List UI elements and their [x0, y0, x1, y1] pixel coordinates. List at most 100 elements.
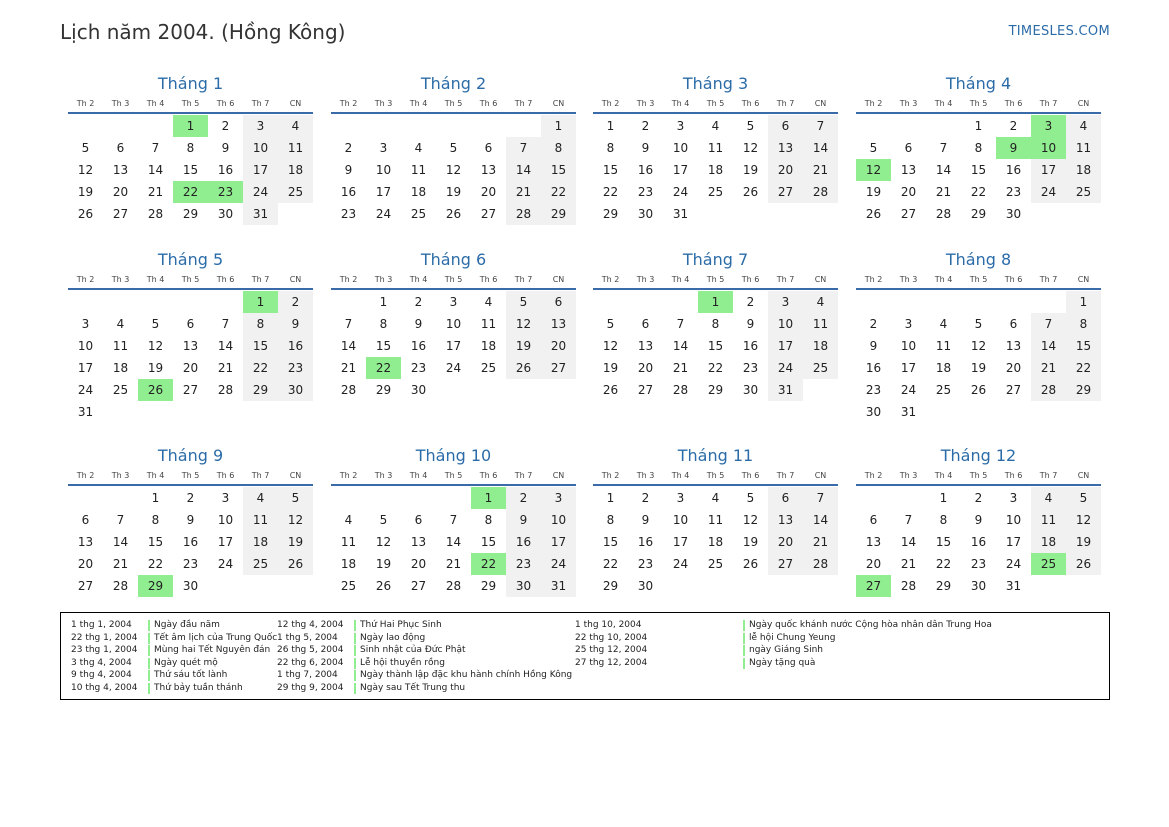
day-cell: 4	[414, 141, 423, 155]
day-cell: 15	[970, 163, 987, 177]
day-cell: 9	[414, 317, 423, 331]
day-cell: 21	[445, 557, 462, 571]
day-cell: 24	[1031, 181, 1066, 203]
week-row: 5 6 7 8 9 10 11	[856, 137, 1101, 159]
day-cell: 22	[173, 181, 208, 203]
day-cell: 29	[480, 579, 497, 593]
week-row: 23 24 25 26 27 28 29	[331, 203, 576, 225]
holiday-date: 10 thg 4, 2004	[71, 682, 138, 693]
empty-day-cell	[173, 401, 208, 423]
empty-day-cell	[926, 401, 961, 423]
weekday-label: Th 6	[216, 99, 235, 108]
empty-day-cell	[803, 203, 838, 225]
day-cell: 19	[77, 185, 94, 199]
empty-day-cell	[471, 115, 506, 137]
month-divider	[68, 288, 313, 290]
weekday-label: Th 7	[1039, 471, 1058, 480]
day-cell: 12	[602, 339, 619, 353]
day-cell: 19	[445, 185, 462, 199]
day-cell: 26	[77, 207, 94, 221]
day-cell: 19	[742, 163, 759, 177]
weekday-label: Th 4	[409, 471, 428, 480]
day-cell: 14	[112, 535, 129, 549]
day-cell: 29	[1066, 379, 1101, 401]
month-title: Tháng 8	[945, 250, 1012, 269]
week-row: 9 10 11 12 13 14 15	[331, 159, 576, 181]
empty-day-cell	[506, 379, 541, 401]
day-cell: 18	[1066, 159, 1101, 181]
day-cell: 18	[707, 535, 724, 549]
day-cell: 18	[243, 531, 278, 553]
day-cell: 12	[506, 313, 541, 335]
holiday-legend: 1 thg 1, 2004 Ngày đầu năm 22 thg 1, 2004 T…	[60, 612, 1110, 700]
month-divider	[856, 484, 1101, 486]
weekday-label: Th 4	[409, 275, 428, 284]
day-cell: 17	[375, 185, 392, 199]
day-cell: 28	[672, 383, 689, 397]
holiday-date: 1 thg 10, 2004	[575, 620, 642, 630]
legend-item: 27 thg 12, 2004 Ngày tặng quà	[575, 657, 992, 670]
week-row: 24 25 26 27 28 29 30	[68, 379, 313, 401]
day-cell: 27	[768, 553, 803, 575]
day-cell: 4	[278, 115, 313, 137]
empty-day-cell	[803, 379, 838, 401]
day-cell: 22	[1066, 357, 1101, 379]
holiday-marker	[743, 632, 745, 644]
weekday-label: CN	[552, 471, 565, 480]
day-cell: 15	[602, 535, 619, 549]
day-cell: 8	[711, 317, 720, 331]
day-cell: 23	[637, 557, 654, 571]
weekday-label: Th 2	[601, 275, 620, 284]
week-row: 19 20 21 22 23 24 25	[593, 357, 838, 379]
month-calendar: Tháng 10 Th 2 Th 3 Th 4 Th 5 Th 6 Th 7 CN 1 2 3 4 5 6…	[331, 446, 576, 597]
day-cell: 19	[506, 335, 541, 357]
month-calendar: Tháng 6 Th 2 Th 3 Th 4 Th 5 Th 6 Th 7 CN 1 2 3 4 5 6 7…	[331, 250, 576, 401]
month-calendar: Tháng 12 Th 2 Th 3 Th 4 Th 5 Th 6 Th 7 CN 1 2 3 4 5 6…	[856, 446, 1101, 597]
weekday-label: Th 7	[1039, 99, 1058, 108]
day-cell: 11	[1031, 509, 1066, 531]
day-cell: 11	[707, 513, 724, 527]
legend-item: 26 thg 5, 2004 Sinh nhật của Đức Phật	[277, 644, 572, 657]
day-cell: 18	[935, 361, 952, 375]
day-cell: 19	[602, 361, 619, 375]
day-cell: 8	[939, 513, 948, 527]
week-row: 6 7 8 9 10 11 12	[856, 509, 1101, 531]
week-row: 4 5 6 7 8 9 10	[331, 509, 576, 531]
weekday-label: Th 2	[864, 99, 883, 108]
empty-day-cell	[891, 115, 926, 137]
weekday-label: Th 7	[776, 275, 795, 284]
day-cell: 2	[641, 491, 650, 505]
day-cell: 28	[112, 579, 129, 593]
empty-day-cell	[926, 115, 961, 137]
holiday-name: Ngày tặng quà	[749, 657, 816, 668]
weekday-label: Th 5	[969, 275, 988, 284]
weekday-label: Th 4	[671, 99, 690, 108]
empty-day-cell	[891, 291, 926, 313]
day-cell: 8	[1066, 313, 1101, 335]
holiday-date: 25 thg 12, 2004	[575, 645, 648, 655]
month-calendar: Tháng 1 Th 2 Th 3 Th 4 Th 5 Th 6 Th 7 CN 1 2 3 4 5 6 7…	[68, 74, 313, 225]
day-cell: 7	[151, 141, 160, 155]
day-cell: 11	[803, 313, 838, 335]
day-cell: 5	[606, 317, 615, 331]
holiday-marker	[354, 645, 356, 656]
month-title: Tháng 1	[157, 74, 224, 93]
week-row: 16 17 18 19 20 21 22	[331, 181, 576, 203]
day-cell: 28	[217, 383, 234, 397]
day-cell: 18	[410, 185, 427, 199]
day-cell: 12	[445, 163, 462, 177]
empty-day-cell	[961, 291, 996, 313]
day-cell: 16	[637, 163, 654, 177]
day-cell: 29	[138, 575, 173, 597]
day-cell: 1	[243, 291, 278, 313]
week-row: 13 14 15 16 17 18 19	[856, 531, 1101, 553]
week-row: 1234	[593, 291, 838, 313]
day-cell: 21	[1031, 357, 1066, 379]
weekday-header: Th 2 Th 3 Th 4 Th 5 Th 6 Th 7 CN	[856, 98, 1101, 110]
weekday-label: Th 4	[409, 99, 428, 108]
week-row: 11 12 13 14 15 16 17	[331, 531, 576, 553]
weekday-label: Th 7	[1039, 275, 1058, 284]
day-cell: 11	[243, 509, 278, 531]
weekday-label: Th 5	[706, 275, 725, 284]
day-cell: 10	[541, 509, 576, 531]
